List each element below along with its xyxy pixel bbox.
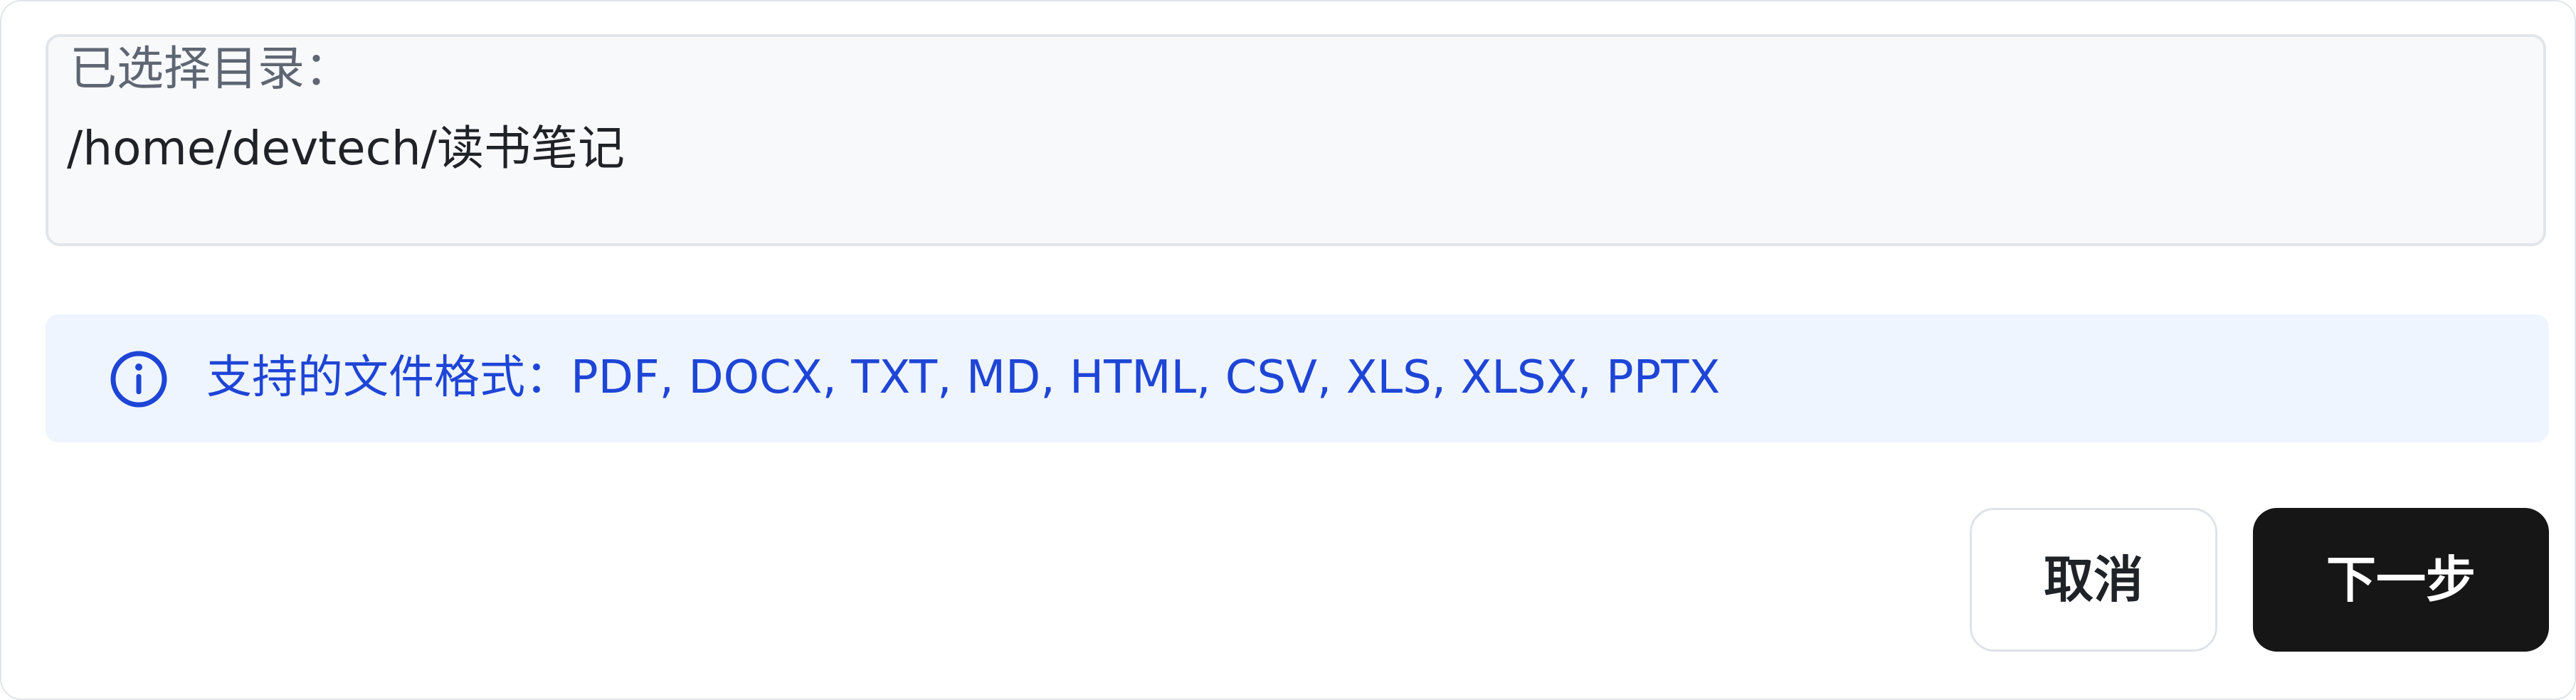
selected-directory-path: /home/devtech/读书笔记 — [67, 121, 625, 176]
supported-formats-text: 支持的文件格式：PDF, DOCX, TXT, MD, HTML, CSV, X… — [206, 351, 1721, 404]
supported-formats-notice: 支持的文件格式：PDF, DOCX, TXT, MD, HTML, CSV, X… — [46, 314, 2549, 442]
selected-directory-label: 已选择目录： — [70, 41, 352, 96]
import-dialog: 已选择目录： /home/devtech/读书笔记 支持的文件格式：PDF, D… — [0, 0, 2576, 700]
next-step-button[interactable]: 下一步 — [2253, 508, 2549, 652]
info-icon — [110, 350, 168, 408]
cancel-button[interactable]: 取消 — [1970, 508, 2217, 652]
